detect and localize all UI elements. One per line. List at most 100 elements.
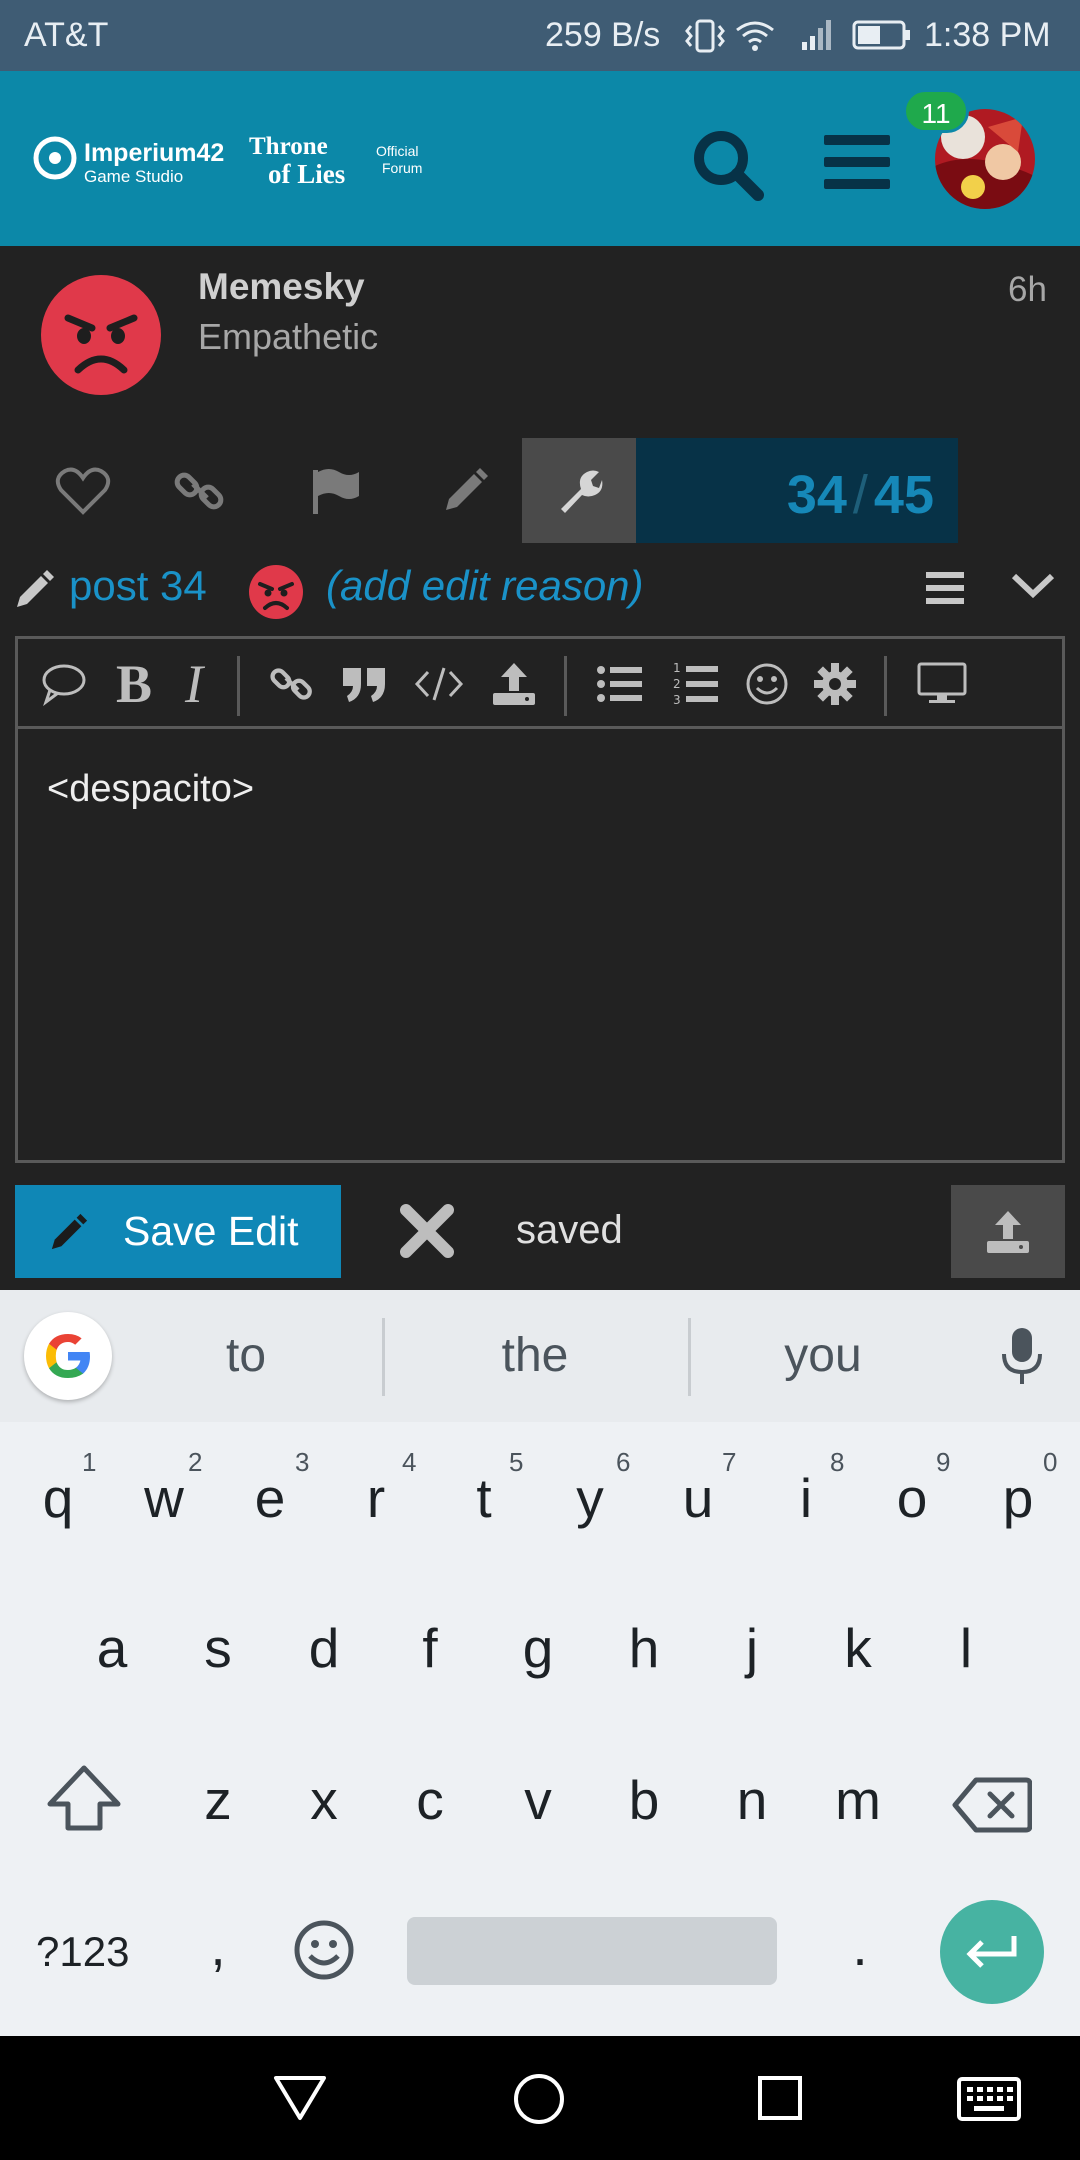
key-m[interactable]: m xyxy=(810,1768,906,1832)
emoji-icon[interactable] xyxy=(737,652,797,716)
imperium42-logo[interactable] xyxy=(32,135,78,181)
editor-content[interactable]: <despacito> xyxy=(47,768,254,811)
battery-icon xyxy=(852,18,912,52)
link-icon xyxy=(174,472,224,509)
brand-name: Imperium42 xyxy=(84,139,225,167)
notification-badge[interactable]: 11 xyxy=(903,89,969,133)
save-edit-button[interactable]: Save Edit xyxy=(15,1185,341,1278)
copy-link-button[interactable] xyxy=(145,438,255,543)
chevron-down-icon[interactable] xyxy=(1010,566,1056,606)
enter-key[interactable] xyxy=(940,1900,1044,2004)
heart-icon xyxy=(55,467,111,515)
microphone-icon[interactable] xyxy=(996,1326,1048,1388)
wrench-icon xyxy=(561,470,603,513)
like-button[interactable] xyxy=(28,438,138,543)
admin-wrench-button[interactable] xyxy=(522,438,636,543)
carrier-name: AT&T xyxy=(24,16,109,54)
add-edit-reason-link[interactable]: (add edit reason) xyxy=(326,562,644,610)
link-icon[interactable] xyxy=(262,652,322,716)
shift-arrow-icon[interactable] xyxy=(46,1764,122,1832)
post-header xyxy=(0,246,1080,436)
upload-icon xyxy=(987,1210,1029,1253)
progress-total: 45 xyxy=(873,465,934,525)
key-g[interactable]: g xyxy=(490,1616,586,1680)
menu-lines-icon[interactable] xyxy=(924,566,968,610)
key-hint: 7 xyxy=(722,1447,737,1477)
key-hint: 2 xyxy=(188,1447,203,1477)
hamburger-menu-icon[interactable] xyxy=(820,127,896,197)
toolbar-divider xyxy=(884,656,887,716)
angry-face-avatar[interactable] xyxy=(40,274,162,396)
emoji-key-icon[interactable] xyxy=(292,1918,356,1982)
symbols-key[interactable]: ?123 xyxy=(36,1928,129,1976)
pencil-icon xyxy=(49,1212,89,1252)
saved-status: saved xyxy=(516,1208,623,1252)
edit-button[interactable] xyxy=(410,438,520,543)
toolbar-divider xyxy=(237,656,240,716)
numbered-list-icon[interactable]: 1 2 3 xyxy=(666,652,726,716)
italic-icon[interactable]: I xyxy=(164,652,224,716)
progress-current: 34 xyxy=(786,465,847,525)
key-f[interactable]: f xyxy=(382,1616,478,1680)
svg-text:1: 1 xyxy=(673,661,681,675)
blockquote-icon[interactable] xyxy=(334,652,394,716)
recents-square-icon[interactable] xyxy=(756,2074,804,2122)
key-j[interactable]: j xyxy=(704,1616,800,1680)
gear-icon[interactable] xyxy=(805,652,865,716)
forum-tag-top: Official xyxy=(376,143,419,159)
google-g-icon[interactable] xyxy=(24,1312,112,1400)
key-l[interactable]: l xyxy=(918,1616,1014,1680)
key-hint: 3 xyxy=(295,1447,310,1477)
post-number-link[interactable]: post 34 xyxy=(69,562,207,610)
key-v[interactable]: v xyxy=(490,1768,586,1832)
key-d[interactable]: d xyxy=(276,1616,372,1680)
upload-button[interactable] xyxy=(951,1185,1065,1278)
game-title-bottom: of Lies xyxy=(268,159,346,189)
search-icon[interactable] xyxy=(688,125,768,205)
suggestion-divider xyxy=(688,1318,691,1396)
post-progress[interactable]: 34/45 xyxy=(636,438,958,543)
angry-face-icon xyxy=(248,564,304,620)
preview-monitor-icon[interactable] xyxy=(912,652,972,716)
key-h[interactable]: h xyxy=(596,1616,692,1680)
bullet-list-icon[interactable] xyxy=(590,652,650,716)
key-z[interactable]: z xyxy=(170,1768,266,1832)
post-age[interactable]: 6h xyxy=(1008,270,1047,310)
key-hint: 9 xyxy=(936,1447,951,1477)
key-period[interactable]: . xyxy=(812,1914,908,1978)
status-bar: AT&T 259 B/s 1:38 PM xyxy=(0,0,1080,71)
key-b[interactable]: b xyxy=(596,1768,692,1832)
quote-bubble-icon[interactable] xyxy=(34,652,94,716)
suggestion-the[interactable]: the xyxy=(405,1328,665,1383)
suggestion-to[interactable]: to xyxy=(116,1328,376,1383)
flag-icon xyxy=(313,468,359,514)
game-title-top: Throne xyxy=(249,133,328,160)
key-s[interactable]: s xyxy=(170,1616,266,1680)
key-n[interactable]: n xyxy=(704,1768,800,1832)
svg-text:2: 2 xyxy=(673,677,681,691)
backspace-icon[interactable] xyxy=(952,1776,1032,1834)
suggestion-divider xyxy=(382,1318,385,1396)
post-username[interactable]: Memesky xyxy=(198,266,365,308)
suggestion-you[interactable]: you xyxy=(693,1328,953,1383)
flag-button[interactable] xyxy=(280,438,390,543)
toolbar-divider xyxy=(564,656,567,716)
back-triangle-icon[interactable] xyxy=(272,2072,328,2122)
forum-tag-bottom: Forum xyxy=(382,160,423,176)
keyboard-switch-icon[interactable] xyxy=(956,2076,1022,2122)
cancel-edit-close-icon[interactable] xyxy=(398,1202,456,1260)
home-circle-icon[interactable] xyxy=(512,2072,566,2126)
key-comma[interactable]: , xyxy=(170,1914,266,1978)
bold-icon[interactable]: B xyxy=(104,652,164,716)
key-x[interactable]: x xyxy=(276,1768,372,1832)
key-c[interactable]: c xyxy=(382,1768,478,1832)
key-a[interactable]: a xyxy=(64,1616,160,1680)
svg-text:3: 3 xyxy=(673,693,681,707)
signal-icon xyxy=(800,18,834,52)
spacebar[interactable] xyxy=(407,1917,777,1985)
key-k[interactable]: k xyxy=(810,1616,906,1680)
save-edit-label: Save Edit xyxy=(123,1208,299,1254)
code-icon[interactable] xyxy=(409,652,469,716)
upload-icon[interactable] xyxy=(484,652,544,716)
key-hint: 5 xyxy=(509,1447,524,1477)
